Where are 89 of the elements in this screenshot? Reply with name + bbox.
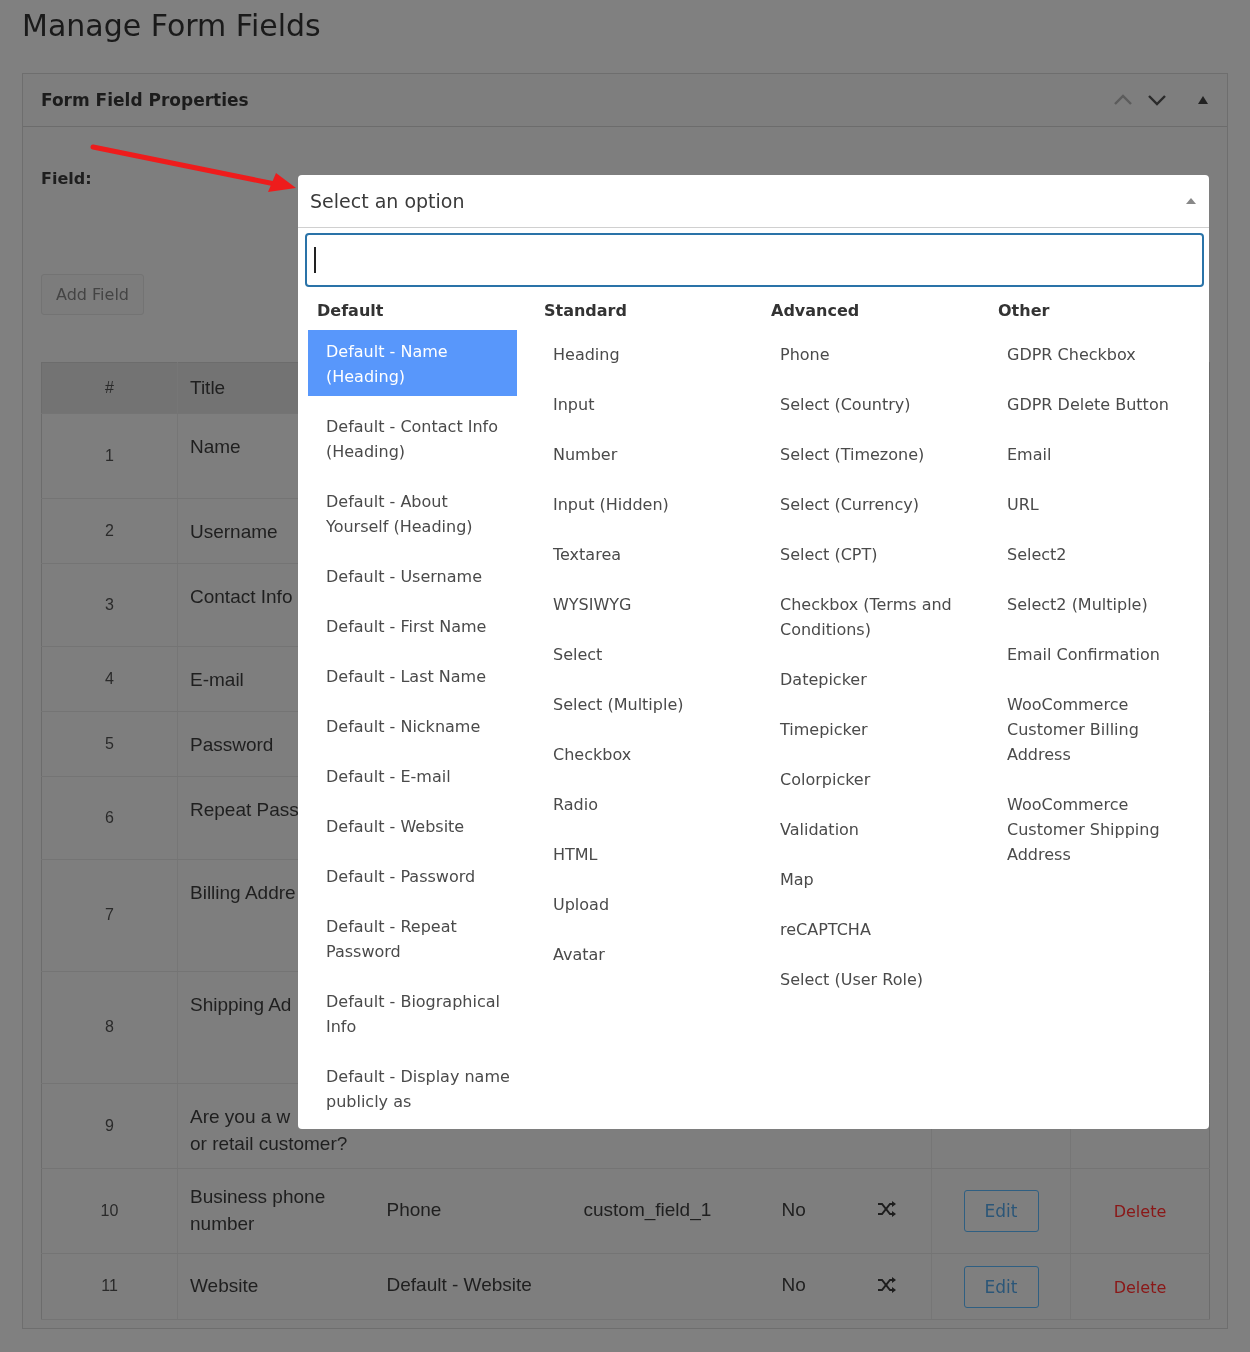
field-type: Default - Website xyxy=(386,1273,532,1298)
dropdown-option[interactable]: Radio xyxy=(535,780,744,830)
row-number: 11 xyxy=(101,1276,118,1297)
dropdown-option[interactable]: Checkbox xyxy=(535,730,744,780)
field-title: Shipping Ad xyxy=(190,993,292,1017)
dropdown-option[interactable]: Default - Last Name xyxy=(308,652,517,702)
dropdown-option[interactable]: GDPR Delete Button xyxy=(989,380,1198,430)
select-placeholder[interactable]: Select an option xyxy=(310,190,1185,212)
field-title: Business phone number xyxy=(190,1185,327,1236)
dropdown-option[interactable]: Timepicker xyxy=(762,705,971,755)
dropdown-option[interactable]: Avatar xyxy=(535,930,744,980)
dropdown-option[interactable]: Textarea xyxy=(535,530,744,580)
dropdown-option[interactable]: Upload xyxy=(535,880,744,930)
row-number: 7 xyxy=(105,905,114,926)
row-number: 3 xyxy=(105,594,114,615)
column-header: # xyxy=(105,377,114,398)
shuffle-icon[interactable] xyxy=(876,1201,897,1217)
dropdown-option[interactable]: HTML xyxy=(535,830,744,880)
page-title: Manage Form Fields xyxy=(22,8,321,43)
dropdown-option[interactable]: Select2 xyxy=(989,530,1198,580)
dropdown-option[interactable]: Email xyxy=(989,430,1198,480)
row-number: 6 xyxy=(105,807,114,828)
dropdown-option[interactable]: Default - Nickname xyxy=(308,702,517,752)
group-label: Other xyxy=(997,301,1051,320)
field-title: Username xyxy=(190,520,278,544)
shuffle-icon[interactable] xyxy=(876,1276,897,1293)
required-value: No xyxy=(781,1197,806,1222)
row-number: 2 xyxy=(105,520,114,541)
group-label: Default xyxy=(316,301,385,320)
dropdown-option[interactable]: Checkbox (Terms and Conditions) xyxy=(762,580,971,655)
dropdown-option[interactable]: Number xyxy=(535,430,744,480)
dropdown-option[interactable]: WooCommerce Customer Billing Address xyxy=(989,680,1198,780)
field-title: E-mail xyxy=(190,668,244,692)
group-label: Standard xyxy=(543,301,628,320)
dropdown-option[interactable]: Select2 (Multiple) xyxy=(989,580,1198,630)
dropdown-option[interactable]: Select (Country) xyxy=(762,380,971,430)
dropdown-option[interactable]: Default - E-mail xyxy=(308,752,517,802)
dropdown-option[interactable]: Default - Repeat Password xyxy=(308,902,517,977)
field-title: Repeat Pass xyxy=(190,798,299,822)
dropdown-option[interactable]: Select (Multiple) xyxy=(535,680,744,730)
field-title: Billing Addre xyxy=(190,881,296,905)
dropdown-option[interactable]: Map xyxy=(762,855,971,905)
field-title: Contact Info xyxy=(190,585,293,609)
chevron-down-icon[interactable] xyxy=(1147,94,1167,106)
caret-icon[interactable] xyxy=(1185,197,1197,205)
row-number: 1 xyxy=(105,445,114,466)
panel-title: Form Field Properties xyxy=(41,90,250,110)
field-title: Name xyxy=(190,435,241,459)
search-field[interactable] xyxy=(305,233,1204,287)
dropdown-option[interactable]: WYSIWYG xyxy=(535,580,744,630)
dropdown-option[interactable]: Validation xyxy=(762,805,971,855)
dropdown-option[interactable]: Default - Username xyxy=(308,552,517,602)
dropdown-option[interactable]: Datepicker xyxy=(762,655,971,705)
dropdown-option[interactable]: Phone xyxy=(762,330,971,380)
dropdown-option[interactable]: Default - Biographical Info xyxy=(308,977,517,1052)
field-title: Password xyxy=(190,733,274,757)
row-number: 10 xyxy=(100,1200,119,1221)
dropdown-option[interactable]: Select (User Role) xyxy=(762,955,971,1005)
dropdown-option[interactable]: Select (Timezone) xyxy=(762,430,971,480)
row-number: 5 xyxy=(105,733,114,754)
field-label: Field: xyxy=(41,169,92,188)
dropdown-option[interactable]: WooCommerce Customer Shipping Address xyxy=(989,780,1198,880)
group-label: Advanced xyxy=(770,301,861,320)
dropdown-option[interactable]: Email Confirmation xyxy=(989,630,1198,680)
text-cursor xyxy=(314,247,316,273)
dropdown-option[interactable]: GDPR Checkbox xyxy=(989,330,1198,380)
dropdown-option[interactable]: Default - Password xyxy=(308,852,517,902)
field-type: Phone xyxy=(386,1197,442,1222)
dropdown-option[interactable]: Input xyxy=(535,380,744,430)
dropdown-option[interactable]: Default - Website xyxy=(308,802,517,852)
dropdown-option[interactable]: URL xyxy=(989,480,1198,530)
meta-name: custom_field_1 xyxy=(583,1197,712,1223)
dropdown-option[interactable]: Select (Currency) xyxy=(762,480,971,530)
triangle-up-icon[interactable] xyxy=(1197,95,1209,105)
column-header: Title xyxy=(190,375,226,400)
dropdown-option[interactable]: Default - About Yourself (Heading) xyxy=(308,477,517,552)
required-value: No xyxy=(781,1273,806,1298)
dropdown-option[interactable]: Input (Hidden) xyxy=(535,480,744,530)
dropdown-option[interactable]: Select xyxy=(535,630,744,680)
row-number: 8 xyxy=(105,1017,114,1038)
dropdown-option[interactable]: Select (CPT) xyxy=(762,530,971,580)
dropdown-option[interactable]: Heading xyxy=(535,330,744,380)
dropdown-option[interactable]: Default - Contact Info (Heading) xyxy=(308,402,517,477)
dropdown-option[interactable]: reCAPTCHA xyxy=(762,905,971,955)
dropdown-option[interactable]: Colorpicker xyxy=(762,755,971,805)
row-number: 9 xyxy=(105,1115,114,1136)
field-title: Website xyxy=(190,1274,259,1299)
row-number: 4 xyxy=(105,668,114,689)
dropdown-option[interactable]: Default - First Name xyxy=(308,602,517,652)
